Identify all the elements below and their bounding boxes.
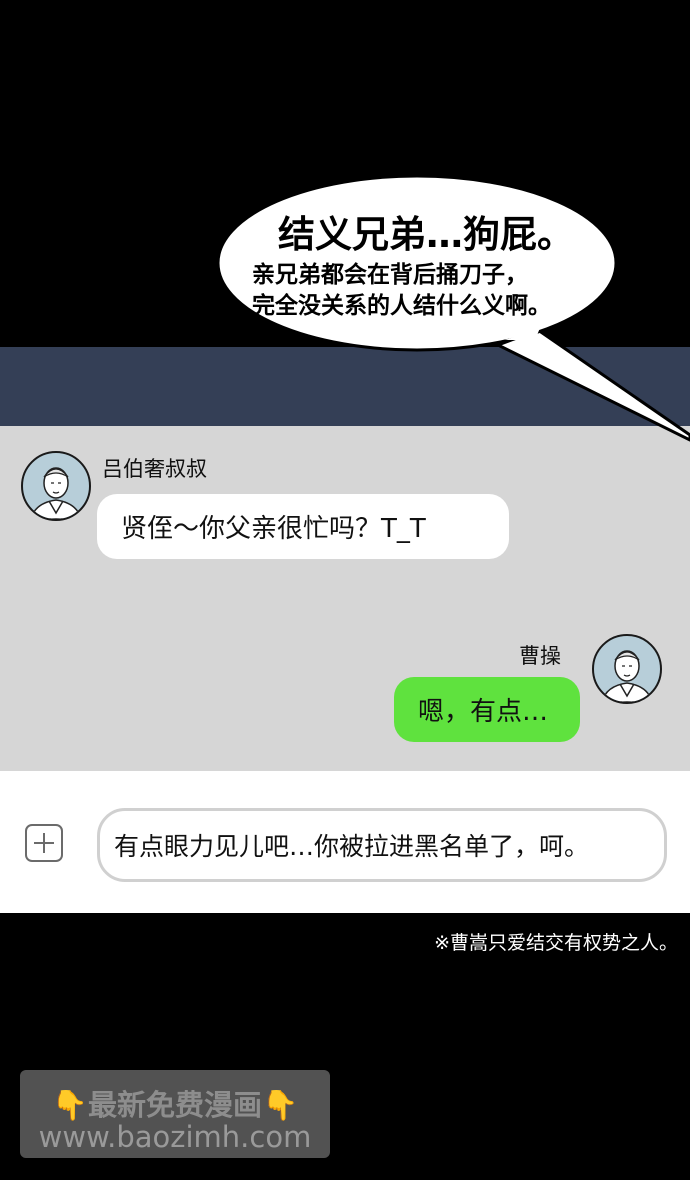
avatar[interactable] (21, 451, 91, 521)
watermark-url: www.baozimh.com (38, 1120, 312, 1154)
sender-name: 曹操 (519, 644, 561, 668)
speech-line-2: 完全没关系的人结什么义啊。 (252, 293, 551, 319)
footnote: ※曹嵩只爱结交有权势之人。 (434, 932, 678, 954)
person-icon (601, 650, 653, 702)
watermark-text: 👇最新免费漫画👇 (51, 1088, 299, 1122)
speech-title: 结义兄弟…狗屁。 (278, 213, 574, 256)
add-icon[interactable] (25, 824, 63, 862)
message-bubble-outgoing[interactable]: 嗯，有点… (394, 677, 580, 742)
message-input[interactable]: 有点眼力见儿吧…你被拉进黑名单了，呵。 (97, 808, 667, 882)
speech-line-1: 亲兄弟都会在背后捅刀子， (252, 262, 528, 288)
sender-name: 吕伯奢叔叔 (102, 457, 207, 481)
person-icon (30, 467, 82, 519)
avatar[interactable] (592, 634, 662, 704)
message-bubble-incoming[interactable]: 贤侄～你父亲很忙吗？T_T (97, 494, 509, 559)
